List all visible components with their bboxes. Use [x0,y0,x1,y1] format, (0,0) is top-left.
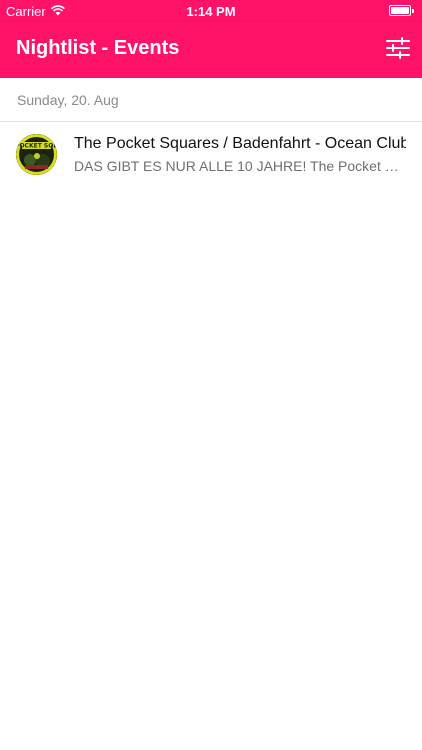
date-section-header: Sunday, 20. Aug [0,78,422,122]
battery-level [391,7,409,14]
battery-body [389,5,411,16]
list-item[interactable]: POCKET SQR The Pocket Squares / Badenfah… [0,123,422,185]
svg-text:POCKET SQR: POCKET SQR [16,143,57,150]
battery-tip [412,8,414,13]
battery-icon [389,5,414,16]
nav-bar: Nightlist - Events [0,22,422,78]
app-screen: Carrier 1:14 PM Nightlist - Events Sunda… [0,0,422,750]
event-title: The Pocket Squares / Badenfahrt - Ocean … [74,135,406,152]
status-bar: Carrier 1:14 PM [0,0,422,22]
sliders-icon [386,36,410,64]
filter-button[interactable] [384,36,412,64]
event-avatar: POCKET SQR [16,134,57,175]
date-label: Sunday, 20. Aug [17,92,119,108]
page-title: Nightlist - Events [16,37,180,59]
event-description: DAS GIBT ES NUR ALLE 10 JAHRE! The Pocke… [74,158,404,174]
clock: 1:14 PM [186,4,236,19]
